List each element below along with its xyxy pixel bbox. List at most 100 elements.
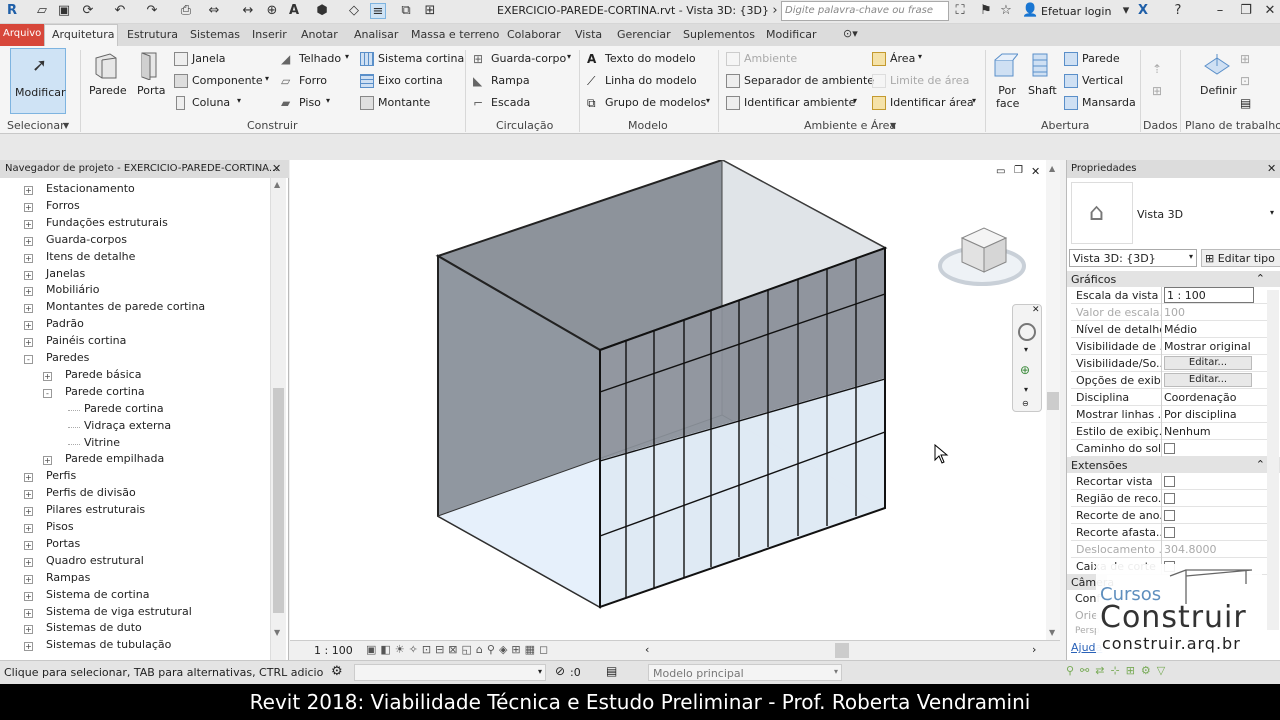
tree-toggle-icon[interactable]: + — [24, 642, 33, 652]
grid-icon[interactable]: ⊞ — [1152, 84, 1166, 98]
room-button[interactable]: Ambiente — [744, 52, 797, 65]
close-hidden-icon[interactable]: ⧉ — [398, 3, 414, 19]
workset-select[interactable]: ▾ — [354, 664, 546, 681]
tree-item[interactable]: Portas — [46, 537, 80, 550]
room-separator-button[interactable]: Separador de ambiente — [744, 74, 874, 87]
tab-colaborar[interactable]: Colaborar — [507, 28, 561, 41]
area-boundary-button[interactable]: Limite de área — [890, 74, 969, 87]
open-icon[interactable]: ▱ — [34, 3, 50, 19]
railing-button[interactable]: Guarda-corpo — [491, 52, 566, 65]
section-extents[interactable]: Extensões ⌃ — [1067, 457, 1280, 473]
tree-toggle-icon[interactable]: + — [24, 236, 33, 246]
scroll-up-icon[interactable]: ▲ — [1049, 164, 1055, 173]
component-button[interactable]: Componente — [192, 74, 263, 87]
property-checkbox[interactable] — [1164, 509, 1175, 521]
property-row[interactable]: Estilo de exibiç... Nenhum — [1071, 422, 1277, 440]
edit-button[interactable]: Editar... — [1164, 355, 1252, 370]
tree-toggle-icon[interactable]: + — [24, 321, 33, 331]
window-button[interactable]: Janela — [192, 52, 226, 65]
show-workplane-icon[interactable]: ⊞ — [1240, 52, 1254, 66]
tree-toggle-icon[interactable]: + — [24, 270, 33, 280]
mullion-button[interactable]: Montante — [378, 96, 430, 109]
tab-inserir[interactable]: Inserir — [252, 28, 287, 41]
tree-toggle-icon[interactable]: + — [24, 625, 33, 635]
ceiling-button[interactable]: Forro — [299, 74, 327, 87]
section-icon[interactable]: ◇ — [346, 3, 362, 19]
restore-icon[interactable]: ❐ — [1238, 3, 1254, 19]
property-row[interactable]: Escala da vista 1 : 100 — [1071, 287, 1277, 304]
tree-toggle-icon[interactable]: + — [24, 287, 33, 297]
tag-icon[interactable]: ⊕ — [264, 3, 280, 19]
dropdown-icon[interactable]: ▾ — [1024, 345, 1028, 354]
property-row[interactable]: Região de reco... — [1071, 489, 1277, 507]
property-row[interactable]: Disciplina Coordenação — [1071, 388, 1277, 406]
tree-item[interactable]: Sistema de cortina — [46, 588, 149, 601]
level-icon[interactable]: ⇡ — [1152, 62, 1166, 76]
tab-arquivo[interactable]: Arquivo — [0, 24, 44, 46]
dimension-icon[interactable]: ↔ — [240, 3, 256, 19]
tree-item[interactable]: Sistema de viga estrutural — [46, 605, 192, 618]
tree-item[interactable]: Montantes de parede cortina — [46, 300, 205, 313]
property-row[interactable]: Recortar vista — [1071, 473, 1277, 490]
wall-opening-button[interactable]: Parede — [1082, 52, 1120, 65]
tree-toggle-icon[interactable]: + — [24, 338, 33, 348]
property-value[interactable]: 1 : 100 — [1164, 287, 1254, 303]
star-icon[interactable]: ☆ — [998, 3, 1014, 19]
tab-vista[interactable]: Vista — [575, 28, 602, 41]
tab-suplementos[interactable]: Suplementos — [683, 28, 755, 41]
login-button[interactable]: Efetuar login — [1041, 5, 1111, 18]
browser-scrollbar[interactable]: ▲ ▼ — [270, 178, 286, 660]
tree-item[interactable]: Perfis de divisão — [46, 486, 136, 499]
tree-toggle-icon[interactable]: - — [43, 388, 52, 398]
tree-toggle-icon[interactable]: + — [24, 507, 33, 517]
thin-lines-icon[interactable]: ≡ — [370, 3, 386, 19]
tree-toggle-icon[interactable]: + — [24, 557, 33, 567]
tree-toggle-icon[interactable]: + — [24, 473, 33, 483]
close-icon[interactable]: ✕ — [272, 162, 281, 175]
dropdown-icon[interactable]: ▾ — [326, 96, 330, 105]
scroll-down-icon[interactable]: ▼ — [274, 628, 280, 637]
tree-toggle-icon[interactable]: + — [24, 304, 33, 314]
view-instance-select[interactable]: Vista 3D: {3D} ▾ — [1069, 249, 1197, 267]
tree-toggle-icon[interactable]: + — [24, 202, 33, 212]
filter-icon[interactable]: ⊘ — [555, 664, 565, 678]
tree-item[interactable]: Forros — [46, 199, 80, 212]
set-workplane-button[interactable]: Definir — [1200, 84, 1237, 97]
tree-item[interactable]: Vitrine — [84, 436, 120, 449]
dropdown-icon[interactable]: ▾ — [265, 74, 269, 83]
measure-icon[interactable]: ⇔ — [206, 3, 222, 19]
save-icon[interactable]: ▣ — [56, 3, 72, 19]
scroll-right-icon[interactable]: › — [1032, 643, 1036, 656]
design-options-icon[interactable]: ▤ — [606, 664, 617, 678]
tab-arquitetura[interactable]: Arquitetura — [52, 28, 115, 41]
binoculars-icon[interactable]: ⛶ — [952, 3, 968, 19]
options-icon[interactable]: ⊖ — [1022, 399, 1029, 408]
switch-windows-icon[interactable]: ⊞ — [422, 3, 438, 19]
select-dropdown-icon[interactable]: ▼ — [63, 121, 69, 130]
undo-icon[interactable]: ↶ — [112, 3, 128, 19]
type-dropdown-icon[interactable]: ▾ — [1270, 208, 1274, 217]
property-row[interactable]: Recorte de ano... — [1071, 506, 1277, 524]
shaft-button[interactable]: Shaft — [1028, 84, 1057, 97]
dropdown-icon[interactable]: ▾ — [972, 96, 976, 105]
tree-item[interactable]: Sistemas de tubulação — [46, 638, 171, 651]
tree-toggle-icon[interactable]: + — [24, 253, 33, 263]
tree-item[interactable]: Itens de detalhe — [46, 250, 135, 263]
tree-item[interactable]: Vidraça externa — [84, 419, 171, 432]
dormer-button[interactable]: Mansarda — [1082, 96, 1136, 109]
tab-anotar[interactable]: Anotar — [301, 28, 338, 41]
property-row[interactable]: Deslocamento ... 304.8000 — [1071, 540, 1277, 558]
tree-item[interactable]: Parede cortina — [65, 385, 145, 398]
tree-item[interactable]: Parede cortina — [84, 402, 164, 415]
tree-toggle-icon[interactable]: + — [24, 591, 33, 601]
tree-item[interactable]: Quadro estrutural — [46, 554, 144, 567]
scroll-left-icon[interactable]: ‹ — [645, 643, 649, 656]
zoom-icon[interactable]: ⊕ — [1020, 363, 1030, 377]
tab-modificar[interactable]: Modificar — [766, 28, 817, 41]
column-button[interactable]: Coluna — [192, 96, 230, 109]
stair-button[interactable]: Escada — [491, 96, 530, 109]
scroll-down-icon[interactable]: ▼ — [1049, 628, 1055, 637]
tree-toggle-icon[interactable]: + — [24, 219, 33, 229]
tab-gerenciar[interactable]: Gerenciar — [617, 28, 671, 41]
3d-viewport[interactable]: ▭ ❐ ✕ ✕ ▾ ⊕ ▾ ⊖ ▲ ▼ 1: 100 ▣◧☀✧⊡⊟⊠◱⌂⚲◈⊞… — [290, 160, 1060, 660]
